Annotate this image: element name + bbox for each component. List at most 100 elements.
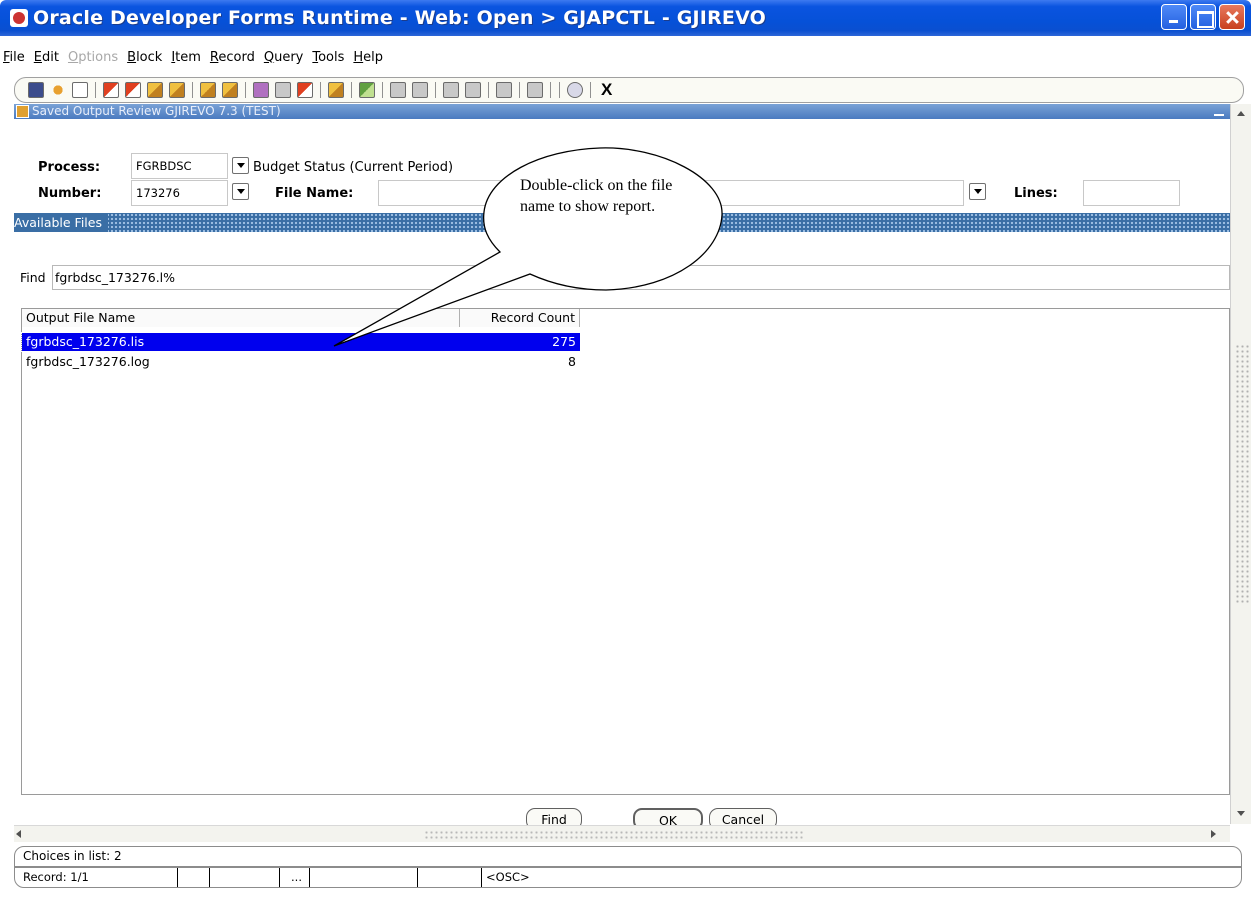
- callout-text: Double-click on the file name to show re…: [520, 177, 673, 215]
- process-description: Budget Status (Current Period): [253, 160, 454, 175]
- status-message-line: Choices in list: 2: [14, 846, 1242, 867]
- window-controls: [1161, 4, 1245, 30]
- list-row[interactable]: fgrbdsc_173276.lis 275: [21, 332, 581, 352]
- menu-edit-mnemonic: E: [33, 49, 42, 65]
- toolbar-separator: [435, 82, 436, 98]
- exit-block-icon[interactable]: [125, 82, 141, 98]
- delete-record-icon[interactable]: [412, 82, 428, 98]
- horizontal-scrollbar[interactable]: [14, 825, 1230, 842]
- menu-query-mnemonic: Q: [263, 49, 275, 65]
- window-title-bar[interactable]: Oracle Developer Forms Runtime - Web: Op…: [0, 0, 1251, 36]
- scroll-down-icon[interactable]: [1233, 806, 1249, 822]
- toolbar-separator: [559, 82, 560, 98]
- menu-tools-label: ools: [318, 49, 345, 65]
- print-icon[interactable]: [359, 82, 375, 98]
- previous-block-icon[interactable]: [147, 82, 163, 98]
- file-name-dropdown-icon[interactable]: [969, 183, 986, 200]
- vertical-scrollbar[interactable]: [1230, 104, 1251, 824]
- scroll-grip[interactable]: [1235, 344, 1249, 604]
- previous-record-icon[interactable]: [200, 82, 216, 98]
- record-indicator: Record: 1/1: [23, 870, 89, 884]
- column-header-output-file-name[interactable]: Output File Name: [22, 309, 460, 327]
- menu-block[interactable]: Block: [127, 50, 162, 65]
- toolbar-separator: [488, 82, 489, 98]
- enter-query-icon[interactable]: [253, 82, 269, 98]
- status-segment: [309, 868, 417, 887]
- menu-item[interactable]: Item: [171, 50, 201, 65]
- insert-record-icon[interactable]: [390, 82, 406, 98]
- next-block-icon[interactable]: [169, 82, 185, 98]
- status-ellipsis: ...: [279, 868, 309, 887]
- process-field[interactable]: FGRBDSC: [131, 153, 228, 179]
- toolbar-separator: [320, 82, 321, 98]
- toolbar-separator: [590, 82, 591, 98]
- toolbar: X: [14, 77, 1244, 103]
- exit-button[interactable]: X: [601, 80, 612, 100]
- row-file-name: fgrbdsc_173276.log: [26, 354, 150, 369]
- menu-options[interactable]: Options: [68, 50, 118, 65]
- duplicate-item-icon[interactable]: [443, 82, 459, 98]
- rollback-icon[interactable]: [50, 82, 66, 98]
- minimize-button[interactable]: [1161, 4, 1187, 30]
- menu-edit[interactable]: Edit: [34, 50, 59, 65]
- toolbar-separator: [245, 82, 246, 98]
- menu-edit-label: dit: [42, 49, 59, 65]
- scroll-right-icon[interactable]: [1211, 830, 1216, 838]
- status-segment: [417, 868, 481, 887]
- toolbar-separator: [351, 82, 352, 98]
- lines-field[interactable]: [1083, 180, 1180, 206]
- menu-bar: File Edit Options Block Item Record Quer…: [0, 46, 392, 68]
- menu-file[interactable]: File: [3, 50, 25, 65]
- toolbar-separator: [382, 82, 383, 98]
- maximize-button[interactable]: [1190, 4, 1216, 30]
- file-name-label: File Name:: [275, 186, 354, 201]
- form-icon: [16, 105, 29, 118]
- output-file-list[interactable]: Output File Name Record Count fgrbdsc_17…: [21, 308, 1230, 795]
- select-icon[interactable]: [103, 82, 119, 98]
- print-doc-icon[interactable]: [72, 82, 88, 98]
- row-file-name: fgrbdsc_173276.lis: [26, 334, 145, 349]
- toolbar-separator: [550, 82, 551, 98]
- list-row[interactable]: fgrbdsc_173276.log 8: [22, 353, 580, 371]
- number-field[interactable]: 173276: [131, 180, 228, 206]
- column-header-record-count[interactable]: Record Count: [460, 309, 580, 327]
- execute-query-icon[interactable]: [275, 82, 291, 98]
- osc-indicator: <OSC>: [481, 868, 681, 887]
- crosshair-icon[interactable]: [527, 82, 543, 98]
- menu-query[interactable]: Query: [264, 50, 304, 65]
- menu-record[interactable]: Record: [210, 50, 255, 65]
- scroll-up-icon[interactable]: [1233, 106, 1249, 122]
- find-input[interactable]: fgrbdsc_173276.l%: [52, 265, 1230, 290]
- duplicate-record-icon[interactable]: [465, 82, 481, 98]
- menu-query-label: uery: [274, 49, 304, 65]
- next-record-icon[interactable]: [222, 82, 238, 98]
- toolbar-separator: [192, 82, 193, 98]
- menu-tools[interactable]: Tools: [312, 50, 344, 65]
- speaker-icon[interactable]: [496, 82, 512, 98]
- menu-block-label: lock: [136, 49, 163, 65]
- status-bar: Record: 1/1 ... <OSC>: [14, 867, 1242, 888]
- close-button[interactable]: [1219, 4, 1245, 30]
- help-icon[interactable]: [567, 82, 583, 98]
- process-label: Process:: [38, 160, 101, 175]
- scroll-left-icon[interactable]: [16, 830, 21, 838]
- menu-item-label: tem: [175, 49, 201, 65]
- save-icon[interactable]: [28, 82, 44, 98]
- menu-options-mnemonic: O: [67, 49, 79, 65]
- lines-label: Lines:: [1014, 186, 1058, 201]
- number-dropdown-icon[interactable]: [232, 183, 249, 200]
- toolbar-separator: [519, 82, 520, 98]
- window-title: Oracle Developer Forms Runtime - Web: Op…: [33, 7, 766, 29]
- horizontal-scroll-grip[interactable]: [424, 830, 804, 839]
- menu-help[interactable]: Help: [353, 50, 383, 65]
- available-files-title: Available Files: [14, 213, 108, 232]
- cancel-query-icon[interactable]: [297, 82, 313, 98]
- clear-form-icon[interactable]: [328, 82, 344, 98]
- menu-record-label: ecord: [218, 49, 255, 65]
- form-title: Saved Output Review GJIREVO 7.3 (TEST): [32, 104, 281, 118]
- menu-options-label: ptions: [78, 49, 119, 65]
- form-minimize-icon[interactable]: [1214, 106, 1224, 116]
- number-label: Number:: [38, 186, 102, 201]
- process-dropdown-icon[interactable]: [232, 157, 249, 174]
- row-record-count: 8: [568, 354, 576, 369]
